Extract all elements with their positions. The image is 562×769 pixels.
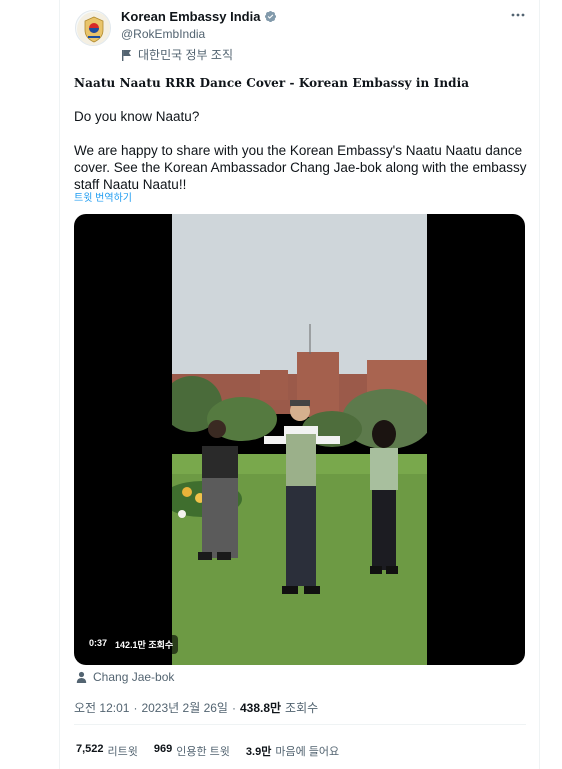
more-options-icon[interactable] [510,8,526,22]
tweet-views-count[interactable]: 438.8만 [240,699,281,716]
quotes-label: 인용한 트윗 [176,746,230,758]
video-duration: 0:37 [89,638,108,648]
affiliation-label: 대한민국 정부 조직 [138,48,233,62]
likes-stat[interactable]: 3.9만 마음에 들어요 [246,743,339,759]
likes-label: 마음에 들어요 [275,746,340,758]
likes-count: 3.9만 [245,746,272,758]
tweet-date[interactable]: 2023년 2월 26일 [141,699,228,716]
quotes-count: 969 [153,743,173,755]
tagged-user-name: Chang Jae-bok [93,670,175,684]
translate-tweet-link[interactable]: 트윗 번역하기 [74,189,132,204]
tweet-title: Naatu Naatu RRR Dance Cover - Korean Emb… [74,76,470,90]
video-frame-image [172,214,427,665]
tweet-time[interactable]: 오전 12:01 [74,699,129,716]
retweets-stat[interactable]: 7,522 리트윗 [76,743,138,759]
tweet-paragraph: Do you know Naatu? [74,109,200,124]
retweets-count: 7,522 [76,743,104,755]
government-affiliation: 대한민국 정부 조직 [121,46,277,63]
tweet-author: Korean Embassy India @RokEmbIndia 대한민국 정… [121,9,277,63]
tagged-user[interactable]: Chang Jae-bok [76,670,174,684]
flag-icon [122,49,131,61]
video-info-badge: 0:37 142.1만 조회수 [84,635,179,654]
author-handle[interactable]: @RokEmbIndia [121,27,277,41]
separator-dot: · [231,700,236,715]
tweet-views-label: 조회수 [285,701,319,715]
tweet-paragraph: We are happy to share with you the Korea… [74,143,527,192]
author-display-name[interactable]: Korean Embassy India [121,9,260,24]
separator-dot: · [133,700,138,715]
person-icon [76,671,87,683]
verified-badge-icon [265,10,277,23]
video-player[interactable]: 0:37 142.1만 조회수 [74,214,525,665]
tweet-text: Do you know Naatu? We are happy to share… [74,108,529,210]
quote-tweets-stat[interactable]: 969 인용한 트윗 [154,743,230,759]
retweets-label: 리트윗 [107,746,138,758]
video-view-count: 142.1만 조회수 [115,640,174,650]
divider [74,724,526,725]
tweet-metadata: 오전 12:01 · 2023년 2월 26일 · 438.8만 조회수 [74,699,318,716]
avatar[interactable] [75,10,111,46]
engagement-stats: 7,522 리트윗 969 인용한 트윗 3.9만 마음에 들어요 [76,743,339,759]
